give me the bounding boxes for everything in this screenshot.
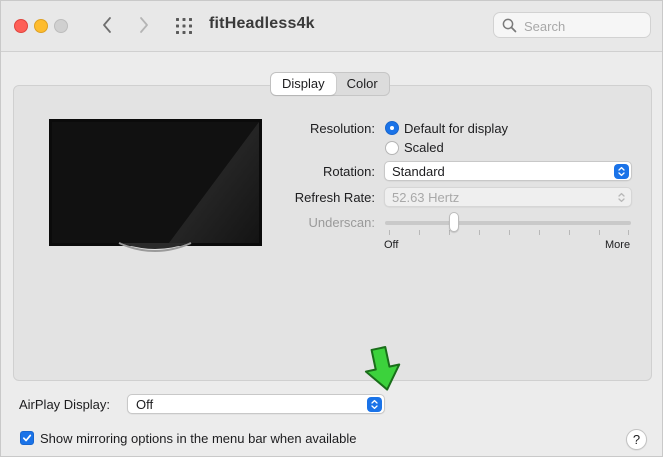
airplay-display-popup[interactable]: Off — [127, 394, 385, 414]
rotation-label: Rotation: — [322, 164, 375, 179]
underscan-min-label: Off — [384, 239, 399, 251]
tab-bar: Display Color — [270, 72, 390, 96]
back-button[interactable] — [96, 13, 118, 37]
resolution-default-radio[interactable] — [385, 121, 399, 135]
tab-display[interactable]: Display — [271, 73, 336, 95]
search-input[interactable] — [522, 16, 646, 36]
minimize-window-button[interactable] — [34, 19, 48, 33]
resolution-default-label[interactable]: Default for display — [404, 121, 508, 136]
slider-tick — [419, 230, 420, 235]
slider-tick — [599, 230, 600, 235]
annotation-arrow-icon — [364, 346, 401, 391]
search-field[interactable] — [493, 12, 651, 38]
mirroring-checkbox[interactable] — [20, 431, 34, 445]
display-preferences-window: fitHeadless4k Display Color Resolution: — [0, 0, 663, 457]
forward-button[interactable] — [133, 13, 155, 37]
refresh-rate-popup: 52.63 Hertz — [384, 187, 632, 207]
underscan-label: Underscan: — [308, 215, 375, 230]
underscan-max-label: More — [605, 239, 631, 251]
slider-tick — [389, 230, 390, 235]
popup-stepper-icon — [614, 190, 629, 205]
checkmark-icon — [22, 434, 32, 442]
slider-tick — [479, 230, 480, 235]
refresh-rate-label: Refresh Rate: — [294, 190, 375, 205]
show-all-grid-button[interactable] — [175, 17, 193, 35]
slider-tick — [539, 230, 540, 235]
airplay-display-value: Off — [136, 397, 154, 412]
airplay-display-label: AirPlay Display: — [19, 397, 111, 412]
resolution-scaled-label[interactable]: Scaled — [404, 140, 444, 155]
popup-stepper-icon — [614, 164, 629, 179]
zoom-window-button[interactable] — [54, 19, 68, 33]
resolution-scaled-radio[interactable] — [385, 141, 399, 155]
title-bar: fitHeadless4k — [1, 1, 662, 52]
rotation-popup[interactable]: Standard — [384, 161, 632, 181]
chevron-right-icon — [140, 17, 148, 33]
slider-tick — [569, 230, 570, 235]
grid-icon — [176, 18, 192, 34]
tab-color[interactable]: Color — [336, 73, 389, 95]
slider-tick — [628, 230, 629, 235]
rotation-value: Standard — [392, 164, 445, 179]
search-icon — [502, 18, 517, 33]
mirroring-checkbox-label[interactable]: Show mirroring options in the menu bar w… — [40, 431, 357, 446]
slider-tick — [509, 230, 510, 235]
help-button[interactable]: ? — [626, 429, 647, 450]
chevron-left-icon — [103, 17, 111, 33]
display-preview-image — [49, 119, 262, 252]
window-title: fitHeadless4k — [209, 15, 315, 32]
resolution-label: Resolution: — [309, 121, 375, 136]
underscan-slider-thumb[interactable] — [449, 212, 459, 232]
close-window-button[interactable] — [14, 19, 28, 33]
underscan-slider-track[interactable] — [385, 221, 631, 225]
refresh-rate-value: 52.63 Hertz — [392, 190, 460, 205]
popup-stepper-icon — [367, 397, 382, 412]
